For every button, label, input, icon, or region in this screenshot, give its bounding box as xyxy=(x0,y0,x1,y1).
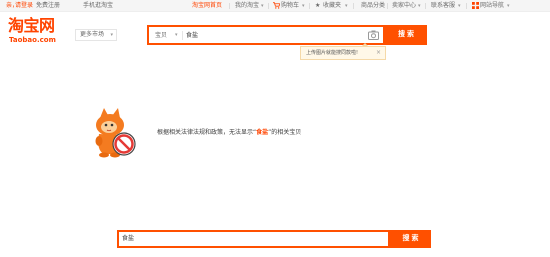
customer-service-link[interactable]: 联系客服 xyxy=(431,2,455,10)
more-markets-label: 更多市场 xyxy=(80,31,105,38)
search-box: 宝贝 ▾ 食盐 xyxy=(147,25,385,45)
nav-divider xyxy=(425,3,426,9)
message-suffix: ”的相关宝贝 xyxy=(268,129,302,136)
mobile-taobao-link[interactable]: 手机逛淘宝 xyxy=(83,2,113,10)
taobao-home-link[interactable]: 淘宝网首页 xyxy=(192,2,222,10)
taobao-logo-subtext: Taobao.com xyxy=(9,36,56,44)
search-divider xyxy=(182,31,183,40)
tooltip-text: 上传图片就能搜同款啦! xyxy=(306,50,359,56)
star-icon: ★ xyxy=(315,2,321,9)
seller-center-link[interactable]: 卖家中心 xyxy=(392,2,416,10)
chevron-down-icon: ▾ xyxy=(458,3,461,9)
bottom-search-button[interactable]: 搜 索 xyxy=(390,230,431,248)
cart-link[interactable]: 购物车 xyxy=(281,2,299,10)
close-icon[interactable]: × xyxy=(376,47,381,59)
chevron-down-icon: ▾ xyxy=(345,3,348,9)
more-markets-dropdown[interactable]: 更多市场 ▾ xyxy=(75,29,117,41)
search-button[interactable]: 搜 索 xyxy=(385,25,427,45)
bottom-search-box: 食盐 xyxy=(117,230,390,248)
no-entry-icon xyxy=(112,132,136,156)
taobao-logo[interactable]: 淘宝网 xyxy=(8,17,55,35)
site-nav-bar: 亲， 请登录 免费注册 手机逛淘宝 淘宝网首页 我的淘宝 ▾ 购物车 ▾ ★ 收… xyxy=(0,0,550,12)
login-link[interactable]: 请登录 xyxy=(15,2,33,10)
chevron-down-icon: ▾ xyxy=(110,32,113,38)
chevron-down-icon: ▾ xyxy=(175,32,178,38)
nav-divider xyxy=(466,3,467,9)
nav-divider xyxy=(309,3,310,9)
chevron-down-icon: ▾ xyxy=(261,3,264,9)
grid-icon xyxy=(472,2,479,12)
search-type-select[interactable]: 宝贝 xyxy=(155,30,167,41)
cart-icon xyxy=(273,2,281,12)
camera-icon[interactable] xyxy=(368,30,379,40)
restriction-message: 根据相关法律法规和政策，无法显示“食盐”的相关宝贝 xyxy=(157,128,301,137)
nav-divider xyxy=(229,3,230,9)
chevron-down-icon: ▾ xyxy=(418,3,421,9)
bottom-search-input[interactable]: 食盐 xyxy=(122,234,134,244)
register-link[interactable]: 免费注册 xyxy=(36,2,60,10)
message-keyword: 食盐 xyxy=(256,129,269,136)
mascot-no-entry-illustration xyxy=(90,108,140,160)
nav-divider xyxy=(353,3,354,9)
search-input[interactable]: 食盐 xyxy=(186,30,198,41)
image-search-tooltip: 上传图片就能搜同款啦! × xyxy=(300,43,386,60)
categories-link[interactable]: 商品分类 xyxy=(361,2,385,10)
tooltip-arrow xyxy=(361,43,369,47)
nav-divider xyxy=(268,3,269,9)
nav-divider xyxy=(387,3,388,9)
chevron-down-icon: ▾ xyxy=(302,3,305,9)
chevron-down-icon: ▾ xyxy=(507,3,510,9)
message-prefix: 根据相关法律法规和政策，无法显示“ xyxy=(157,129,257,136)
favorites-link[interactable]: 收藏夹 xyxy=(323,2,341,10)
site-nav-link[interactable]: 网站导航 xyxy=(480,2,504,10)
my-taobao-link[interactable]: 我的淘宝 xyxy=(235,2,259,10)
